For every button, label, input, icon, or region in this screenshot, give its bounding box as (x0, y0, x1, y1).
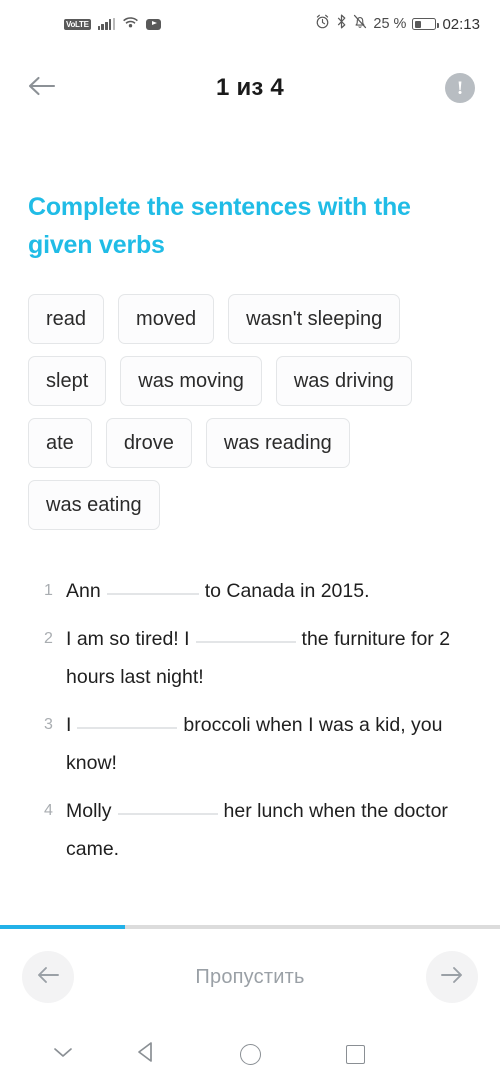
sentence-text-before: I am so tired! I (66, 628, 190, 650)
sentence-number: 4 (44, 802, 53, 819)
nav-recents-button[interactable] (332, 1031, 378, 1077)
back-arrow-icon (28, 75, 56, 102)
word-chip-list: read moved wasn't sleeping slept was mov… (28, 294, 472, 530)
sentence-text-before: Molly (66, 800, 112, 822)
wifi-icon (122, 15, 139, 33)
word-chip[interactable]: ate (28, 418, 92, 468)
nav-back-triangle-icon (135, 1041, 155, 1068)
word-chip[interactable]: read (28, 294, 105, 344)
sentence-number: 1 (44, 582, 53, 599)
page-title: 1 из 4 (216, 74, 284, 101)
android-nav-bar (0, 1025, 500, 1083)
sentence-item: 4 Molly her lunch when the doctor came. (44, 792, 460, 868)
sentence-number: 2 (44, 630, 53, 647)
answer-blank[interactable] (117, 797, 218, 815)
youtube-icon (146, 18, 162, 30)
nav-home-circle-icon (239, 1043, 261, 1065)
sentence-item: 2I am so tired! Ithe furniture for 2 hou… (44, 620, 460, 696)
answer-blank[interactable] (195, 625, 296, 643)
back-button[interactable] (22, 68, 62, 108)
nav-recents-square-icon (345, 1044, 365, 1064)
status-bar-left: VoLTE (64, 15, 162, 33)
nav-back-button[interactable] (122, 1031, 168, 1077)
arrow-left-icon (36, 966, 60, 989)
status-bar-right: 25 % 02:13 (315, 14, 480, 34)
sentence-number: 3 (44, 716, 53, 733)
word-chip[interactable]: was reading (205, 418, 350, 468)
word-chip[interactable]: moved (118, 294, 215, 344)
arrow-right-icon (440, 966, 464, 989)
answer-blank[interactable] (106, 577, 199, 595)
sentence-list: 1 Ann to Canada in 2015. 2 I am so tired! I… (44, 572, 460, 868)
clock-label: 02:13 (442, 15, 480, 33)
sentence-item: 1 Ann to Canada in 2015. (44, 572, 460, 610)
info-exclamation-icon: ! (456, 77, 464, 99)
info-button[interactable]: ! (445, 73, 475, 103)
bell-muted-icon (353, 14, 367, 34)
word-chip[interactable]: was moving (120, 356, 262, 406)
sentence-text-before: I (66, 714, 72, 736)
word-chip[interactable]: drove (105, 418, 192, 468)
sentence-text-before: Ann (66, 580, 101, 602)
task-heading: Complete the sentences with the given ve… (28, 193, 411, 259)
bluetooth-icon (336, 14, 347, 34)
word-chip[interactable]: was eating (28, 480, 160, 530)
answer-blank[interactable] (77, 711, 178, 729)
word-chip[interactable]: was driving (275, 356, 412, 406)
skip-button[interactable]: Пропустить (195, 966, 304, 989)
battery-icon (412, 18, 440, 30)
previous-button[interactable] (22, 951, 74, 1003)
word-chip[interactable]: wasn't sleeping (228, 294, 401, 344)
battery-percent-label: 25 % (373, 16, 407, 32)
sentence-item: 3 Ibroccoli when I was a kid, you know! (44, 706, 460, 782)
sentence-text-after: to Canada in 2015. (204, 580, 370, 602)
next-button[interactable] (425, 951, 478, 1003)
footer-bar: Пропустить (0, 929, 500, 1025)
word-chip[interactable]: slept (28, 356, 107, 406)
signal-bars-icon (97, 18, 116, 30)
volte-icon: VoLTE (64, 18, 91, 30)
alarm-clock-icon (315, 14, 330, 34)
status-bar: VoLTE 25 % 02:13 (0, 0, 500, 48)
app-header: 1 из 4 ! (0, 48, 500, 128)
chevron-down-icon (52, 1045, 74, 1064)
nav-home-button[interactable] (227, 1031, 273, 1077)
task-content: Complete the sentences with the given ve… (0, 128, 500, 878)
hide-keyboard-button[interactable] (40, 1031, 86, 1077)
